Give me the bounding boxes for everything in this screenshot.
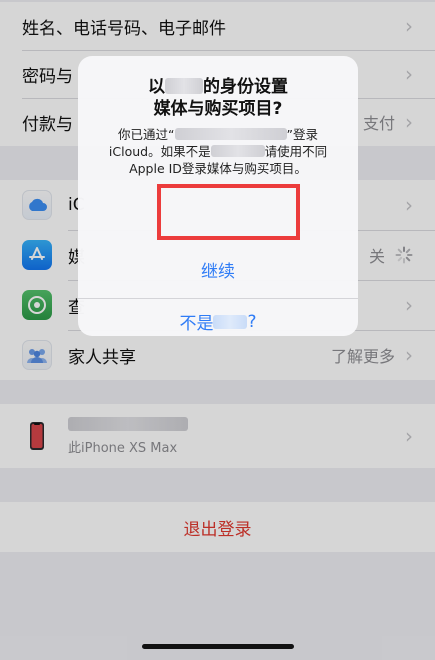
setup-media-purchases-alert: 以 的身份设置 媒体与购买项目? 你已通过“ ”登录 iCloud。如果不是 请使用不… — [78, 56, 358, 336]
alert-msg-line2-prefix: iCloud。如果不是 — [108, 144, 211, 159]
not-me-prefix: 不是 — [179, 314, 214, 334]
alert-msg-suffix: ”登录 — [286, 127, 318, 142]
not-me-suffix: ? — [247, 311, 257, 332]
alert-message: 你已通过“ ”登录 iCloud。如果不是 请使用不同 Apple ID登录媒体与购… — [78, 126, 358, 177]
redacted-name — [210, 145, 265, 157]
alert-title-line2: 媒体与购买项目? — [153, 99, 283, 119]
alert-msg-line3: Apple ID登录媒体与购买项目。 — [129, 161, 307, 176]
not-me-button[interactable]: 不是? — [78, 298, 358, 336]
redacted-account — [174, 128, 287, 140]
alert-msg-line2-suffix: 请使用不同 — [264, 144, 328, 159]
home-indicator[interactable] — [142, 644, 294, 649]
continue-button[interactable]: 继续 — [78, 246, 358, 292]
alert-title-suffix: 的身份设置 — [203, 77, 288, 97]
alert-msg-prefix: 你已通过“ — [118, 127, 175, 142]
redacted-name — [213, 314, 248, 329]
alert-title-prefix: 以 — [148, 77, 165, 97]
alert-title: 以 的身份设置 媒体与购买项目? — [78, 76, 358, 120]
apple-id-settings-screen: 姓名、电话号码、电子邮件 › 密码与 › 付款与 支付 › iC › 媒 关 查… — [0, 0, 435, 660]
redacted-name — [165, 78, 203, 94]
